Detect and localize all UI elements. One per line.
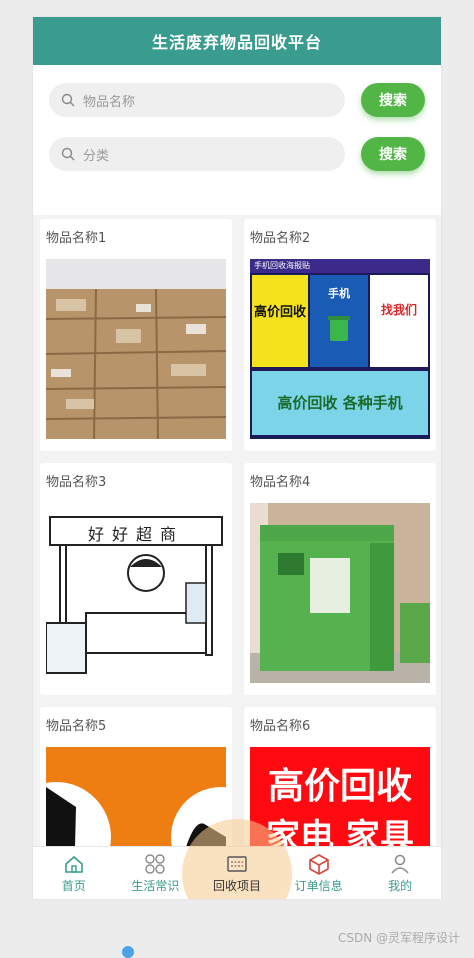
tab-label: 订单信息: [294, 878, 343, 893]
category-search-button[interactable]: 搜索: [361, 137, 425, 171]
banner-text: 高价回收: [267, 766, 412, 807]
user-icon: [391, 854, 409, 873]
poster-panel: 手机: [310, 275, 368, 367]
item-card[interactable]: 物品名称3 好好超商: [40, 463, 232, 695]
item-grid: 物品名称1 物品名称2 手机回收海报贴 高价回收 手机 找我们 高价回收 各种手…: [33, 215, 441, 899]
item-card[interactable]: 物品名称4: [244, 463, 436, 695]
item-name-placeholder: 物品名称: [83, 94, 136, 110]
poster-caption: 手机回收海报贴: [250, 259, 430, 273]
item-image-recycling-bin: [250, 503, 430, 683]
tab-label: 回收项目: [212, 878, 261, 893]
item-image-phone-poster: 手机回收海报贴 高价回收 手机 找我们 高价回收 各种手机: [250, 259, 430, 439]
item-card[interactable]: 物品名称2 手机回收海报贴 高价回收 手机 找我们 高价回收 各种手机: [244, 219, 436, 451]
search-icon: [61, 93, 75, 107]
category-search-input[interactable]: 分类: [49, 137, 345, 171]
bottom-tab-bar: 首页 生活常识 回收项目 订单信息 我的: [33, 846, 441, 899]
item-title: 物品名称1: [46, 231, 107, 246]
watermark: CSDN @灵军程序设计: [337, 931, 460, 945]
app-header: 生活废弃物品回收平台: [33, 17, 441, 65]
search-row-category: 分类 搜索: [49, 131, 425, 177]
tab-profile[interactable]: 我的: [359, 847, 441, 899]
item-title: 物品名称5: [46, 719, 107, 734]
poster-text: 手机: [328, 287, 350, 300]
recycle-bin-icon: [328, 316, 350, 341]
search-panel: 物品名称 搜索 分类 搜索: [33, 65, 441, 215]
item-image-shop-cartoon: 好好超商: [46, 503, 226, 683]
item-image-cardboard: [46, 259, 226, 439]
tab-recycling-projects[interactable]: 回收项目: [196, 847, 278, 899]
item-title: 物品名称4: [250, 475, 311, 490]
search-row-name: 物品名称 搜索: [49, 77, 425, 123]
search-icon: [61, 147, 75, 161]
tab-home[interactable]: 首页: [33, 847, 115, 899]
home-icon: [64, 855, 83, 873]
item-title: 物品名称3: [46, 475, 107, 490]
cursor-dot: [122, 946, 134, 958]
poster-panel: 找我们: [370, 275, 428, 367]
poster-panel: 高价回收: [252, 275, 308, 367]
app-screen: 生活废弃物品回收平台 物品名称 搜索 分类 搜索 物品名称1 物品名称2 手机回…: [33, 17, 441, 899]
poster-banner: 高价回收 各种手机: [252, 371, 428, 435]
item-title: 物品名称2: [250, 231, 311, 246]
tab-label: 我的: [388, 878, 413, 893]
box-icon: [308, 853, 329, 875]
page-title: 生活废弃物品回收平台: [151, 33, 322, 52]
tab-label: 生活常识: [131, 878, 180, 893]
item-card[interactable]: 物品名称1: [40, 219, 232, 451]
item-title: 物品名称6: [250, 719, 311, 734]
item-name-search-input[interactable]: 物品名称: [49, 83, 345, 117]
tab-orders[interactable]: 订单信息: [278, 847, 360, 899]
tab-label: 首页: [61, 878, 86, 893]
grid-icon: [145, 853, 166, 874]
shop-sign: 好好超商: [87, 525, 184, 544]
recycle-board-icon: [227, 855, 247, 872]
search-button[interactable]: 搜索: [361, 83, 425, 117]
category-placeholder: 分类: [83, 148, 110, 164]
